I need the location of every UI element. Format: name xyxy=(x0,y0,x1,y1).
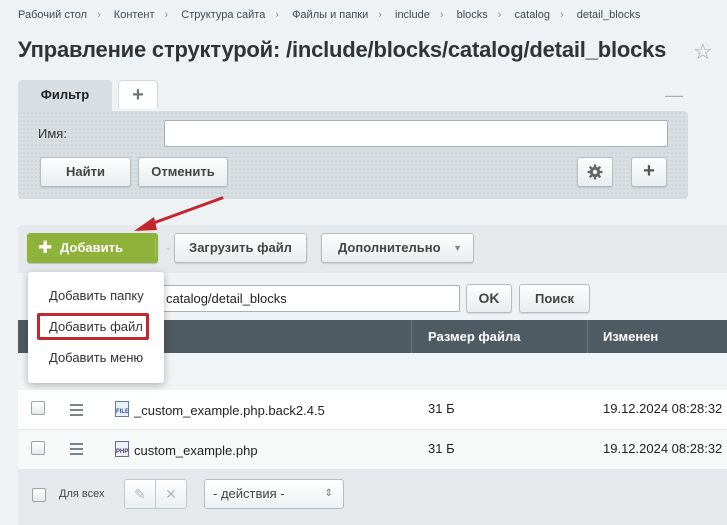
file-name[interactable]: _custom_example.php.back2.4.5 xyxy=(134,403,325,418)
column-header-modified[interactable]: Изменен xyxy=(603,320,658,353)
find-button[interactable]: Найти xyxy=(40,157,131,187)
delete-button[interactable]: ✕ xyxy=(155,479,187,509)
breadcrumb-separator-icon: › xyxy=(275,9,279,21)
search-button[interactable]: Поиск xyxy=(519,284,590,313)
more-button-label: Дополнительно xyxy=(338,240,441,255)
breadcrumb-item-blocks[interactable]: blocks xyxy=(457,9,488,21)
table-row[interactable]: PHP custom_example.php 31 Б 19.12.2024 0… xyxy=(18,430,727,470)
pencil-icon: ✎ xyxy=(134,486,146,502)
path-input[interactable]: catalog/detail_blocks xyxy=(160,285,460,312)
column-separator xyxy=(411,320,412,353)
row-menu-icon[interactable] xyxy=(70,443,83,458)
annotation-arrow-icon xyxy=(134,196,224,231)
select-all-label: Для всех xyxy=(59,488,105,500)
file-icon: FILE xyxy=(115,401,129,417)
breadcrumb-item-catalog[interactable]: catalog xyxy=(515,9,550,21)
updown-arrows-icon: ⇕ xyxy=(324,488,333,499)
breadcrumb-item-files-folders[interactable]: Файлы и папки xyxy=(292,9,368,21)
breadcrumb-item-include[interactable]: include xyxy=(395,9,430,21)
add-filter-tab-button[interactable]: + xyxy=(118,80,158,109)
breadcrumb-item-content[interactable]: Контент xyxy=(114,9,155,21)
breadcrumb-separator-icon: › xyxy=(439,9,444,21)
cancel-button[interactable]: Отменить xyxy=(138,157,228,187)
breadcrumb-item-site-structure[interactable]: Структура сайта xyxy=(181,9,265,21)
actions-select[interactable]: - действия - ⇕ xyxy=(204,479,344,509)
actions-select-value: - действия - xyxy=(213,486,285,501)
column-separator xyxy=(587,320,588,353)
caret-down-icon: ▼ xyxy=(453,243,462,253)
edit-button[interactable]: ✎ xyxy=(124,479,156,509)
file-name[interactable]: custom_example.php xyxy=(134,443,258,458)
breadcrumb: Рабочий стол › Контент › Структура сайта › … xyxy=(18,9,640,21)
filter-settings-button[interactable] xyxy=(577,157,613,187)
chevron-down-icon[interactable]: ⌄ xyxy=(164,233,172,263)
highlight-frame xyxy=(37,313,149,340)
breadcrumb-separator-icon: › xyxy=(97,9,101,21)
column-header-size[interactable]: Размер файла xyxy=(428,320,521,353)
php-file-icon: PHP xyxy=(115,441,129,457)
add-filter-field-button[interactable]: + xyxy=(631,157,667,187)
breadcrumb-item-desktop[interactable]: Рабочий стол xyxy=(18,9,87,21)
breadcrumb-separator-icon: › xyxy=(164,9,169,21)
file-size: 31 Б xyxy=(428,401,455,416)
minimize-icon[interactable]: — xyxy=(665,85,683,106)
select-all-checkbox[interactable] xyxy=(32,488,46,502)
menu-item-add-menu[interactable]: Добавить меню xyxy=(49,350,143,365)
add-button-divider xyxy=(155,239,156,257)
upload-file-button[interactable]: Загрузить файл xyxy=(174,233,307,263)
breadcrumb-separator-icon: › xyxy=(378,9,382,21)
ok-button[interactable]: OK xyxy=(466,284,512,313)
close-icon: ✕ xyxy=(165,486,177,502)
tab-filter[interactable]: Фильтр xyxy=(18,80,112,111)
more-button[interactable]: Дополнительно ▼ xyxy=(321,233,474,263)
name-field[interactable] xyxy=(164,120,668,147)
breadcrumb-item-detail-blocks[interactable]: detail_blocks xyxy=(577,9,641,21)
plus-icon: ✚ xyxy=(38,238,53,257)
plus-icon: + xyxy=(643,160,655,182)
file-modified: 19.12.2024 08:28:32 xyxy=(603,441,723,456)
menu-item-add-folder[interactable]: Добавить папку xyxy=(49,288,144,303)
add-button[interactable]: ✚ Добавить ⌄ xyxy=(27,233,172,263)
star-icon[interactable]: ☆ xyxy=(693,39,713,65)
table-row[interactable]: FILE _custom_example.php.back2.4.5 31 Б … xyxy=(18,390,727,430)
breadcrumb-separator-icon: › xyxy=(497,9,502,21)
plus-icon: + xyxy=(132,84,144,106)
breadcrumb-separator-icon: › xyxy=(560,9,564,21)
file-size: 31 Б xyxy=(428,441,455,456)
row-checkbox[interactable] xyxy=(31,441,45,455)
add-button-label: Добавить xyxy=(60,240,123,255)
row-checkbox[interactable] xyxy=(31,401,45,415)
gear-icon xyxy=(587,164,603,180)
page-title: Управление структурой: /include/blocks/c… xyxy=(18,37,667,62)
name-field-label: Имя: xyxy=(38,126,67,141)
row-menu-icon[interactable] xyxy=(70,404,83,419)
file-modified: 19.12.2024 08:28:32 xyxy=(603,401,723,416)
